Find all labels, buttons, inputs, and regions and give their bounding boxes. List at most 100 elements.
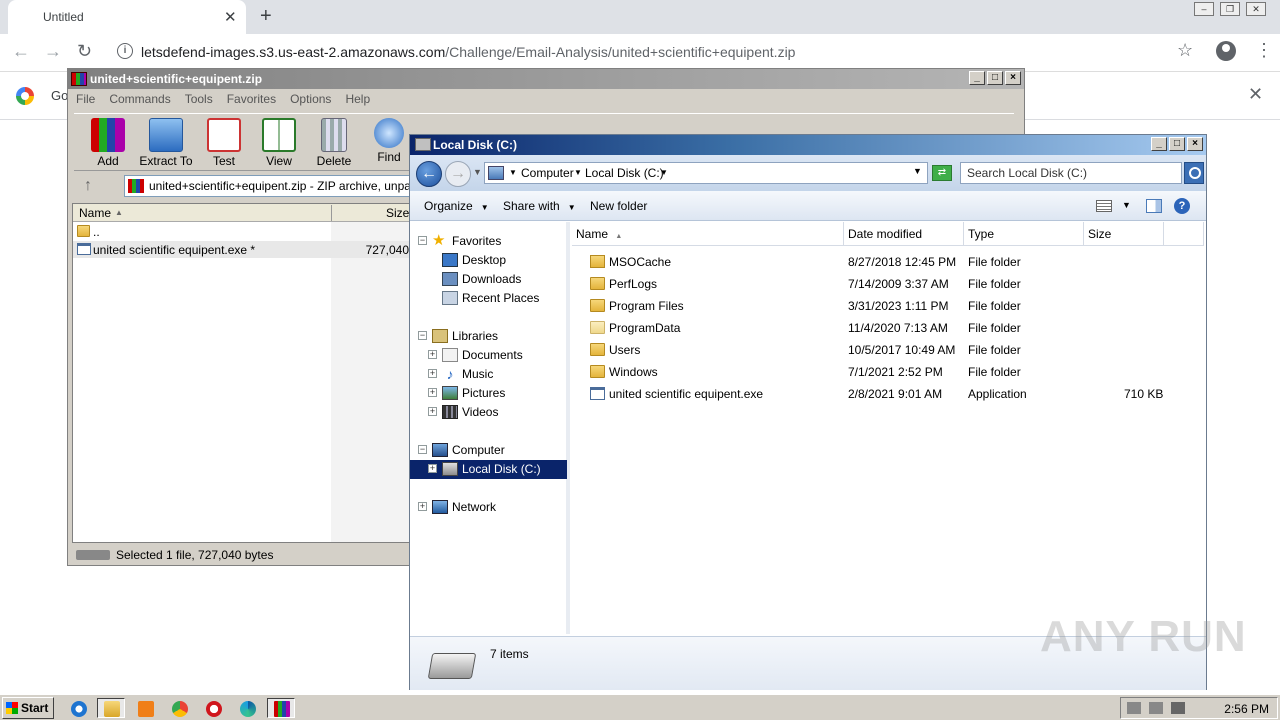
change-view-icon[interactable]	[1096, 200, 1112, 212]
explorer-titlebar[interactable]: Local Disk (C:) _ □ ×	[410, 135, 1206, 155]
volume-icon[interactable]	[1127, 702, 1141, 714]
column-size[interactable]: Size	[386, 206, 409, 220]
taskbar-winrar[interactable]	[267, 698, 295, 718]
reload-icon[interactable]: ↻	[77, 41, 92, 62]
menu-tools[interactable]: Tools	[185, 89, 213, 109]
column-name[interactable]: Name	[79, 206, 111, 220]
explorer-close-button[interactable]: ×	[1187, 137, 1203, 151]
browser-tab[interactable]: Untitled ✕	[8, 0, 246, 34]
breadcrumb-computer[interactable]: Computer	[521, 166, 574, 180]
table-row[interactable]: MSOCache 8/27/2018 12:45 PM File folder	[572, 251, 1206, 273]
expand-icon[interactable]: +	[428, 388, 437, 397]
table-row[interactable]: ProgramData 11/4/2020 7:13 AM File folde…	[572, 317, 1206, 339]
action-center-flag-icon[interactable]	[1171, 702, 1185, 714]
close-button[interactable]: ✕	[1246, 2, 1266, 16]
column-header-name[interactable]: Name ▲	[572, 222, 844, 246]
collapse-icon[interactable]: −	[418, 331, 427, 340]
winrar-titlebar[interactable]: united+scientific+equipent.zip _ □ ×	[68, 69, 1024, 89]
column-header-date[interactable]: Date modified	[844, 222, 964, 246]
new-folder-button[interactable]: New folder	[590, 199, 647, 213]
breadcrumb[interactable]: ▼ Computer ▼ Local Disk (C:) ▼ ▼	[484, 162, 928, 184]
tree-item-network[interactable]: + Network	[410, 498, 567, 517]
site-info-icon[interactable]: i	[117, 43, 133, 59]
table-row[interactable]: united scientific equipent.exe 2/8/2021 …	[572, 383, 1206, 405]
table-row[interactable]: Program Files 3/31/2023 1:11 PM File fol…	[572, 295, 1206, 317]
organize-button[interactable]: Organize ▼	[424, 199, 489, 213]
tree-item-favorites[interactable]: − ★ Favorites	[410, 232, 567, 251]
infobar-close-icon[interactable]: ✕	[1248, 84, 1263, 105]
collapse-icon[interactable]: −	[418, 236, 427, 245]
taskbar-ie[interactable]	[64, 698, 92, 718]
delete-button[interactable]: Delete	[304, 116, 364, 168]
search-icon[interactable]	[1184, 162, 1204, 184]
menu-help[interactable]: Help	[345, 89, 370, 109]
preview-pane-icon[interactable]	[1146, 199, 1162, 213]
taskbar-edge[interactable]	[233, 698, 261, 718]
recent-pages-dropdown-icon[interactable]: ▼	[473, 167, 482, 177]
table-row[interactable]: Windows 7/1/2021 2:52 PM File folder	[572, 361, 1206, 383]
explorer-minimize-button[interactable]: _	[1151, 137, 1167, 151]
tree-item-computer[interactable]: − Computer	[410, 441, 567, 460]
extract-to-button[interactable]: Extract To	[136, 116, 196, 168]
column-header-size[interactable]: Size	[1084, 222, 1164, 246]
tab-close-icon[interactable]: ✕	[224, 8, 237, 26]
menu-options[interactable]: Options	[290, 89, 331, 109]
table-row[interactable]: PerfLogs 7/14/2009 3:37 AM File folder	[572, 273, 1206, 295]
breadcrumb-local-disk[interactable]: Local Disk (C:)	[585, 166, 664, 180]
menu-commands[interactable]: Commands	[109, 89, 170, 109]
share-with-button[interactable]: Share with ▼	[503, 199, 576, 213]
winrar-close-button[interactable]: ×	[1005, 71, 1021, 85]
profile-avatar-icon[interactable]	[1216, 41, 1236, 61]
expand-icon[interactable]: +	[428, 464, 437, 473]
tree-item-desktop[interactable]: Desktop	[410, 251, 567, 270]
tree-item-music[interactable]: + ♪ Music	[410, 365, 567, 384]
column-header-type[interactable]: Type	[964, 222, 1084, 246]
expand-icon[interactable]: +	[428, 369, 437, 378]
tree-item-videos[interactable]: + Videos	[410, 403, 567, 422]
view-button[interactable]: View	[249, 116, 309, 168]
table-row[interactable]: Users 10/5/2017 10:49 AM File folder	[572, 339, 1206, 361]
tree-item-documents[interactable]: + Documents	[410, 346, 567, 365]
up-arrow-icon[interactable]: ↑	[84, 177, 92, 195]
address-bar[interactable]: letsdefend-images.s3.us-east-2.amazonaws…	[141, 44, 795, 60]
expand-icon[interactable]: +	[428, 350, 437, 359]
tree-item-libraries[interactable]: − Libraries	[410, 327, 567, 346]
search-input[interactable]: Search Local Disk (C:)	[960, 162, 1182, 184]
start-button[interactable]: Start	[2, 697, 54, 719]
help-icon[interactable]: ?	[1174, 198, 1190, 214]
back-button[interactable]: ←	[416, 161, 442, 187]
taskbar-opera[interactable]	[199, 698, 227, 718]
forward-button[interactable]: →	[445, 161, 471, 187]
tree-item-pictures[interactable]: + Pictures	[410, 384, 567, 403]
chevron-down-icon[interactable]: ▼	[660, 168, 668, 177]
taskbar-explorer[interactable]	[97, 698, 125, 718]
refresh-button[interactable]: ⇄	[932, 165, 952, 181]
taskbar-chrome[interactable]	[165, 698, 193, 718]
menu-file[interactable]: File	[76, 89, 95, 109]
test-button[interactable]: Test	[194, 116, 254, 168]
winrar-minimize-button[interactable]: _	[969, 71, 985, 85]
tree-item-downloads[interactable]: Downloads	[410, 270, 567, 289]
explorer-maximize-button[interactable]: □	[1169, 137, 1185, 151]
collapse-icon[interactable]: −	[418, 445, 427, 454]
chevron-down-icon[interactable]: ▼	[509, 168, 517, 177]
taskbar-media-player[interactable]	[131, 698, 159, 718]
more-menu-icon[interactable]: ⋮	[1255, 40, 1273, 61]
tree-item-recent-places[interactable]: Recent Places	[410, 289, 567, 308]
expand-icon[interactable]: +	[428, 407, 437, 416]
menu-favorites[interactable]: Favorites	[227, 89, 276, 109]
new-tab-icon[interactable]: +	[260, 5, 272, 28]
address-history-dropdown-icon[interactable]: ▼	[913, 166, 922, 176]
add-button[interactable]: Add	[78, 116, 138, 168]
expand-icon[interactable]: +	[418, 502, 427, 511]
tree-item-local-disk[interactable]: + Local Disk (C:)	[410, 460, 567, 479]
network-tray-icon[interactable]	[1149, 702, 1163, 714]
bookmark-star-icon[interactable]: ☆	[1177, 40, 1193, 61]
winrar-maximize-button[interactable]: □	[987, 71, 1003, 85]
list-item[interactable]: ..	[73, 223, 413, 240]
back-arrow-icon[interactable]: ←	[12, 41, 30, 62]
chevron-down-icon[interactable]: ▼	[574, 168, 582, 177]
view-options-dropdown-icon[interactable]: ▼	[1122, 200, 1131, 210]
restore-button[interactable]: ❐	[1220, 2, 1240, 16]
minimize-button[interactable]: –	[1194, 2, 1214, 16]
